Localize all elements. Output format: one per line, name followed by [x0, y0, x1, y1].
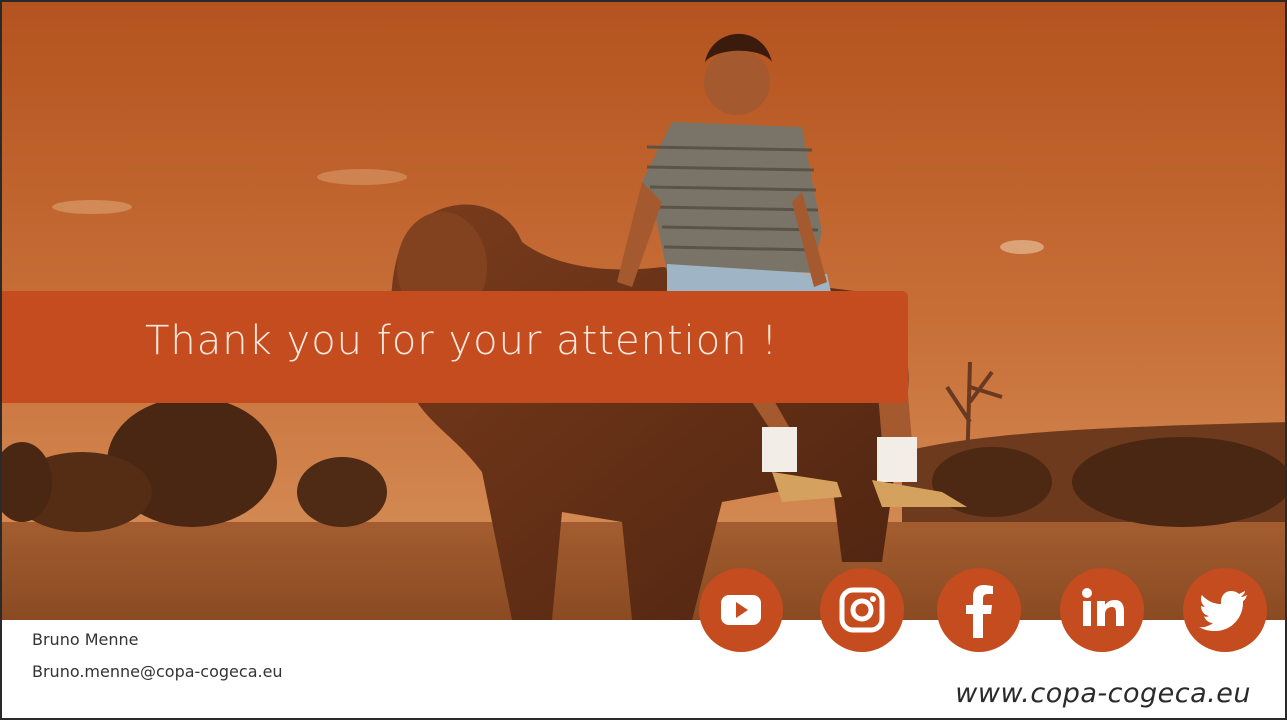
slide: Thank you for your attention ! Bruno Men…: [0, 0, 1287, 720]
contact-email[interactable]: Bruno.menne@copa-cogeca.eu: [32, 662, 283, 681]
twitter-icon[interactable]: [1183, 568, 1267, 652]
linkedin-icon[interactable]: [1060, 568, 1144, 652]
instagram-icon[interactable]: [820, 568, 904, 652]
facebook-icon[interactable]: [937, 568, 1021, 652]
youtube-icon[interactable]: [699, 568, 783, 652]
website-link[interactable]: www.copa-cogeca.eu: [955, 678, 1251, 709]
headline: Thank you for your attention !: [145, 318, 779, 364]
contact-name: Bruno Menne: [32, 630, 139, 649]
